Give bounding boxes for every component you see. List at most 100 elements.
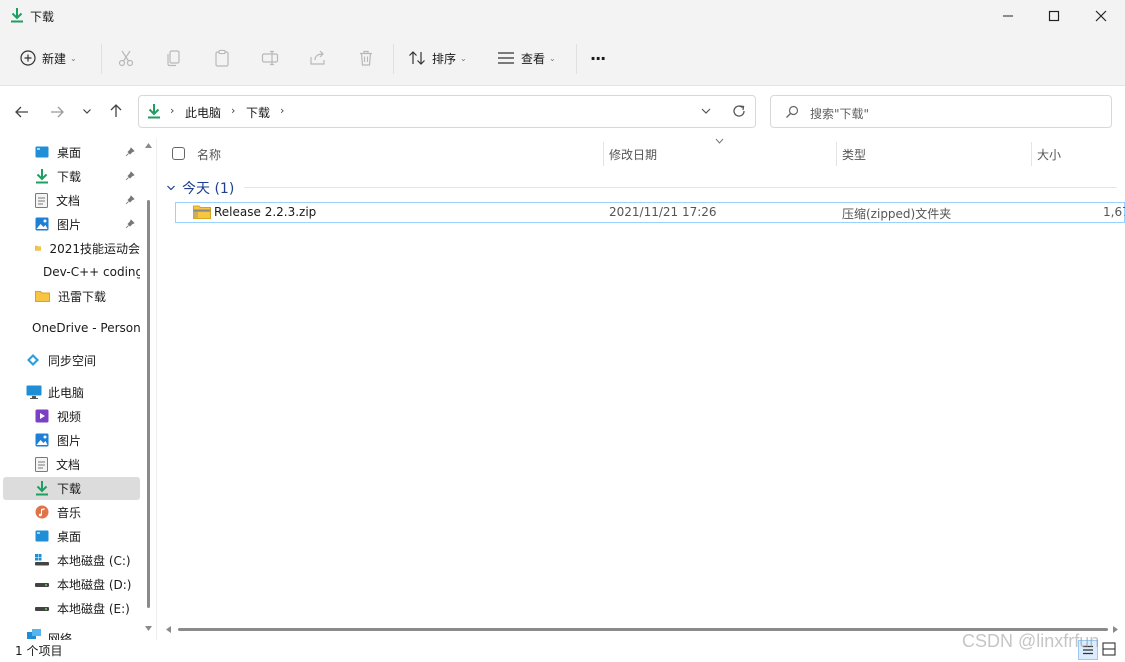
- select-all-checkbox[interactable]: [172, 147, 185, 160]
- document-icon: [35, 456, 48, 472]
- nav-item-desktop-pc[interactable]: 桌面: [35, 524, 140, 548]
- nav-item-drive-d[interactable]: 本地磁盘 (D:): [35, 572, 140, 596]
- pin-icon: [125, 195, 135, 205]
- toolbar-divider: [101, 44, 102, 74]
- tiles-view-button[interactable]: [1102, 642, 1116, 656]
- nav-item-downloads-pc[interactable]: 下载: [35, 476, 140, 500]
- paste-button[interactable]: [213, 43, 231, 73]
- nav-item-music[interactable]: 音乐: [35, 500, 140, 524]
- nav-item-folder-devcpp[interactable]: Dev-C++ coding: [35, 260, 140, 284]
- new-button[interactable]: 新建 ⌄: [20, 43, 77, 73]
- view-list-icon: [498, 52, 514, 64]
- nav-item-label: 图片: [57, 217, 82, 232]
- nav-item-label: 此电脑: [48, 385, 85, 400]
- nav-item-documents-pc[interactable]: 文档: [35, 452, 140, 476]
- nav-item-label: 网络: [48, 632, 73, 640]
- delete-button[interactable]: [357, 43, 375, 73]
- breadcrumb-downloads[interactable]: 下载: [246, 104, 270, 121]
- document-icon: [35, 192, 48, 208]
- trash-icon: [360, 50, 372, 66]
- nav-item-folder-skills[interactable]: 2021技能运动会: [35, 236, 140, 260]
- nav-item-videos[interactable]: 视频: [35, 404, 140, 428]
- computer-icon: [26, 385, 42, 399]
- pin-icon: [125, 147, 135, 157]
- nav-item-label: 图片: [57, 433, 82, 448]
- pin-icon: [125, 171, 135, 181]
- sort-label: 排序: [432, 51, 457, 66]
- item-count: 1 个项目: [15, 644, 63, 658]
- more-options-button[interactable]: ···: [590, 43, 606, 73]
- file-size: 1,67: [1103, 205, 1125, 219]
- nav-item-label: 下载: [57, 169, 82, 184]
- copy-button[interactable]: [165, 43, 183, 73]
- recent-locations-button[interactable]: [82, 106, 92, 116]
- watermark: CSDN @linxfrfun: [962, 631, 1100, 651]
- nav-item-this-pc[interactable]: 此电脑: [26, 380, 140, 404]
- folder-icon: [35, 245, 42, 251]
- nav-item-folder-xunlei[interactable]: 迅雷下载: [35, 284, 140, 308]
- back-button[interactable]: [14, 104, 30, 120]
- column-header-name[interactable]: 名称: [197, 146, 221, 163]
- tiles-view-icon: [1102, 642, 1116, 656]
- maximize-button[interactable]: [1031, 0, 1077, 32]
- nav-item-network[interactable]: 网络: [26, 628, 140, 640]
- address-dropdown-button[interactable]: [700, 106, 712, 116]
- close-button[interactable]: [1078, 0, 1124, 32]
- title-bar: [0, 0, 1125, 32]
- refresh-button[interactable]: [732, 104, 746, 118]
- nav-item-label: 视频: [57, 409, 82, 424]
- share-button[interactable]: [309, 43, 327, 73]
- scroll-left-arrow-icon[interactable]: [166, 626, 171, 633]
- nav-item-onedrive[interactable]: OneDrive - Personal: [26, 316, 140, 340]
- nav-item-label: 文档: [56, 193, 81, 208]
- file-name: Release 2.2.3.zip: [214, 205, 317, 219]
- view-button[interactable]: 查看 ⌄: [497, 43, 556, 73]
- download-icon: [10, 7, 24, 23]
- nav-item-label: 文档: [56, 457, 81, 472]
- group-collapse-button[interactable]: [166, 183, 176, 193]
- file-date: 2021/11/21 17:26: [609, 205, 717, 219]
- search-placeholder: 搜索"下载": [810, 107, 870, 121]
- minimize-button[interactable]: [985, 0, 1031, 32]
- scroll-down-arrow-icon[interactable]: [145, 626, 152, 631]
- up-button[interactable]: [108, 103, 124, 119]
- picture-icon: [35, 433, 49, 447]
- chevron-right-icon: ›: [170, 104, 175, 117]
- cut-button[interactable]: [117, 43, 135, 73]
- column-divider[interactable]: [1031, 142, 1032, 166]
- column-header-type[interactable]: 类型: [842, 146, 866, 163]
- arrow-up-icon: [110, 104, 122, 117]
- arrow-left-icon: [15, 106, 28, 118]
- chevron-down-icon: [83, 109, 91, 114]
- download-icon: [147, 103, 161, 119]
- breadcrumb-this-pc[interactable]: 此电脑: [185, 104, 221, 121]
- nav-item-sync-space[interactable]: 同步空间: [26, 348, 140, 372]
- nav-scrollbar[interactable]: [147, 200, 150, 608]
- pane-divider: [156, 138, 157, 640]
- scroll-up-arrow-icon[interactable]: [145, 143, 152, 148]
- rename-button[interactable]: [261, 43, 279, 73]
- nav-item-label: 本地磁盘 (C:): [57, 553, 131, 568]
- download-icon: [36, 169, 48, 184]
- nav-item-label: 下载: [57, 481, 82, 496]
- nav-item-pictures-pc[interactable]: 图片: [35, 428, 140, 452]
- drive-icon: [35, 607, 49, 611]
- column-divider[interactable]: [836, 142, 837, 166]
- nav-item-drive-e[interactable]: 本地磁盘 (E:): [35, 596, 140, 620]
- nav-item-label: 迅雷下载: [58, 289, 107, 304]
- column-header-date[interactable]: 修改日期: [609, 146, 657, 163]
- chevron-right-icon: ›: [231, 104, 236, 117]
- sync-space-icon: [27, 354, 39, 366]
- column-header-size[interactable]: 大小: [1037, 146, 1061, 163]
- nav-item-label: 音乐: [57, 505, 82, 520]
- group-header[interactable]: 今天 (1): [182, 178, 234, 198]
- nav-item-drive-c[interactable]: 本地磁盘 (C:): [35, 548, 140, 572]
- nav-item-label: Dev-C++ coding: [43, 265, 140, 279]
- scroll-right-arrow-icon[interactable]: [1113, 626, 1118, 633]
- music-icon: [35, 505, 49, 519]
- column-divider[interactable]: [603, 142, 604, 166]
- sort-button[interactable]: 排序 ⌄: [408, 43, 467, 73]
- folder-icon: [35, 291, 50, 302]
- clipboard-icon: [215, 49, 229, 67]
- forward-button[interactable]: [49, 104, 65, 120]
